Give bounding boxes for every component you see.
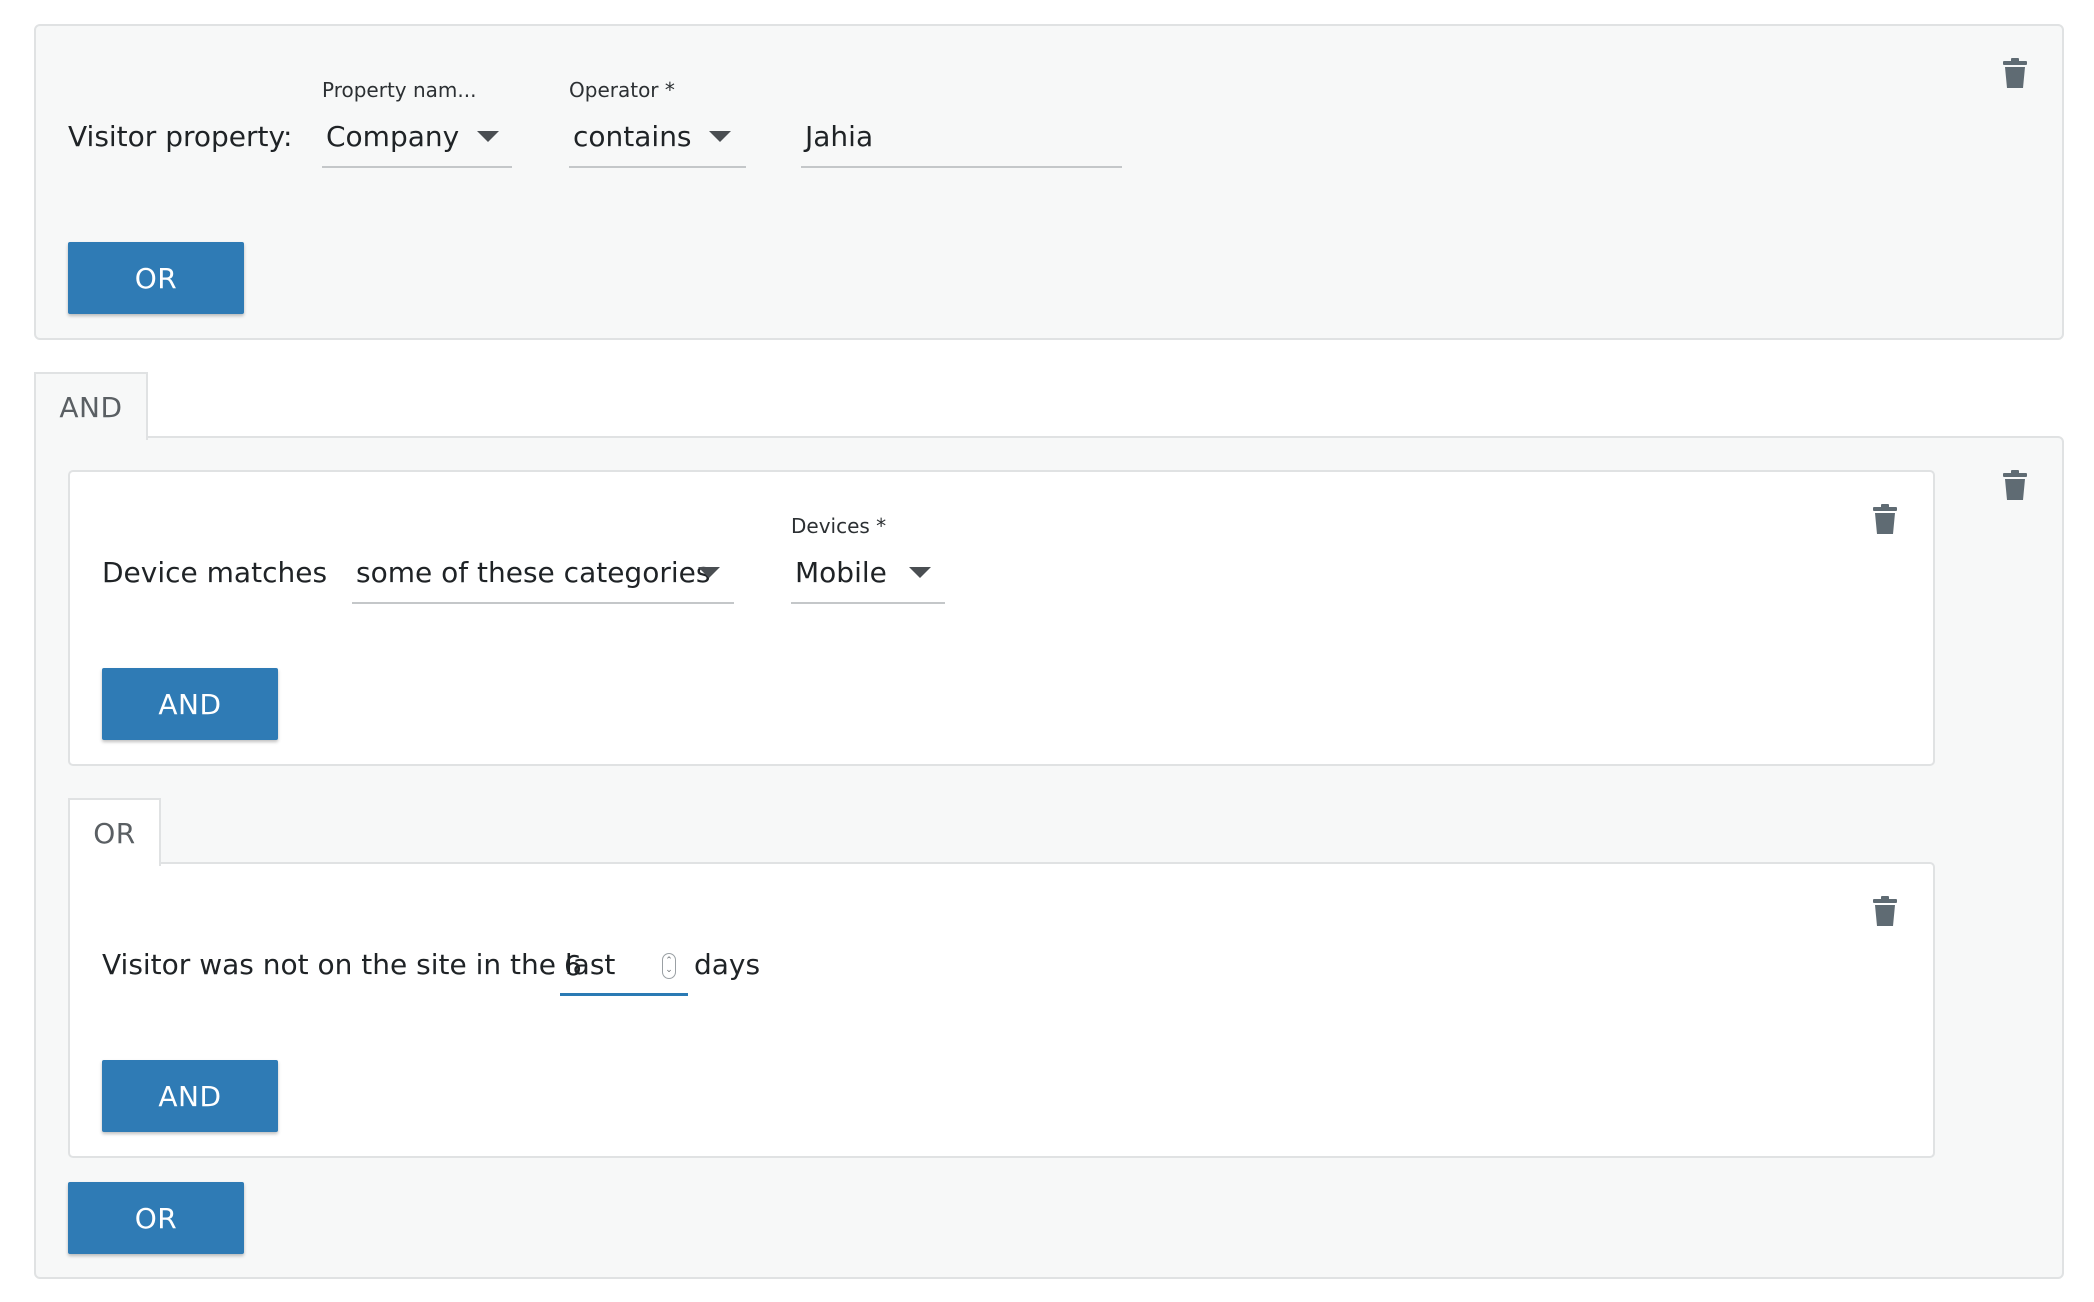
days-value: 6 <box>564 949 582 982</box>
caret-down-icon <box>909 567 931 578</box>
visit-rule-panel <box>68 862 1935 1158</box>
operator-value: contains <box>573 120 692 153</box>
caret-down-icon <box>709 131 731 142</box>
caret-down-icon <box>698 567 720 578</box>
or-button[interactable]: OR <box>68 242 244 314</box>
or-button[interactable]: OR <box>68 1182 244 1254</box>
visit-rule-label: Visitor was not on the site in the last <box>102 948 616 981</box>
trash-icon[interactable] <box>1873 504 1897 534</box>
device-matches-label: Device matches <box>102 556 328 589</box>
and-button[interactable]: AND <box>102 668 278 740</box>
property-name-value: Company <box>326 120 460 153</box>
device-match-value: some of these categories <box>356 556 711 589</box>
number-stepper-icon[interactable]: ⌃ ⌄ <box>662 953 676 979</box>
property-value-text: Jahia <box>805 120 874 153</box>
days-label: days <box>694 948 761 981</box>
devices-value: Mobile <box>795 556 887 589</box>
visitor-property-rule-panel <box>34 24 2064 340</box>
devices-select[interactable]: Mobile <box>791 548 945 604</box>
device-rule-panel <box>68 470 1935 766</box>
trash-icon[interactable] <box>1873 896 1897 926</box>
tab-and[interactable]: AND <box>34 372 148 440</box>
property-value-input[interactable]: Jahia <box>801 112 1122 168</box>
property-name-select[interactable]: Company <box>322 112 512 168</box>
trash-icon[interactable] <box>2003 58 2027 88</box>
and-button[interactable]: AND <box>102 1060 278 1132</box>
device-match-select[interactable]: some of these categories <box>352 548 734 604</box>
trash-icon[interactable] <box>2003 470 2027 500</box>
tab-or[interactable]: OR <box>68 798 161 866</box>
operator-select[interactable]: contains <box>569 112 746 168</box>
devices-label: Devices * <box>791 514 887 538</box>
property-name-label: Property nam... <box>322 78 477 102</box>
caret-down-icon <box>477 131 499 142</box>
visitor-property-label: Visitor property: <box>68 120 293 153</box>
days-number-input[interactable]: 6 ⌃ ⌄ <box>560 940 688 996</box>
operator-label: Operator * <box>569 78 675 102</box>
